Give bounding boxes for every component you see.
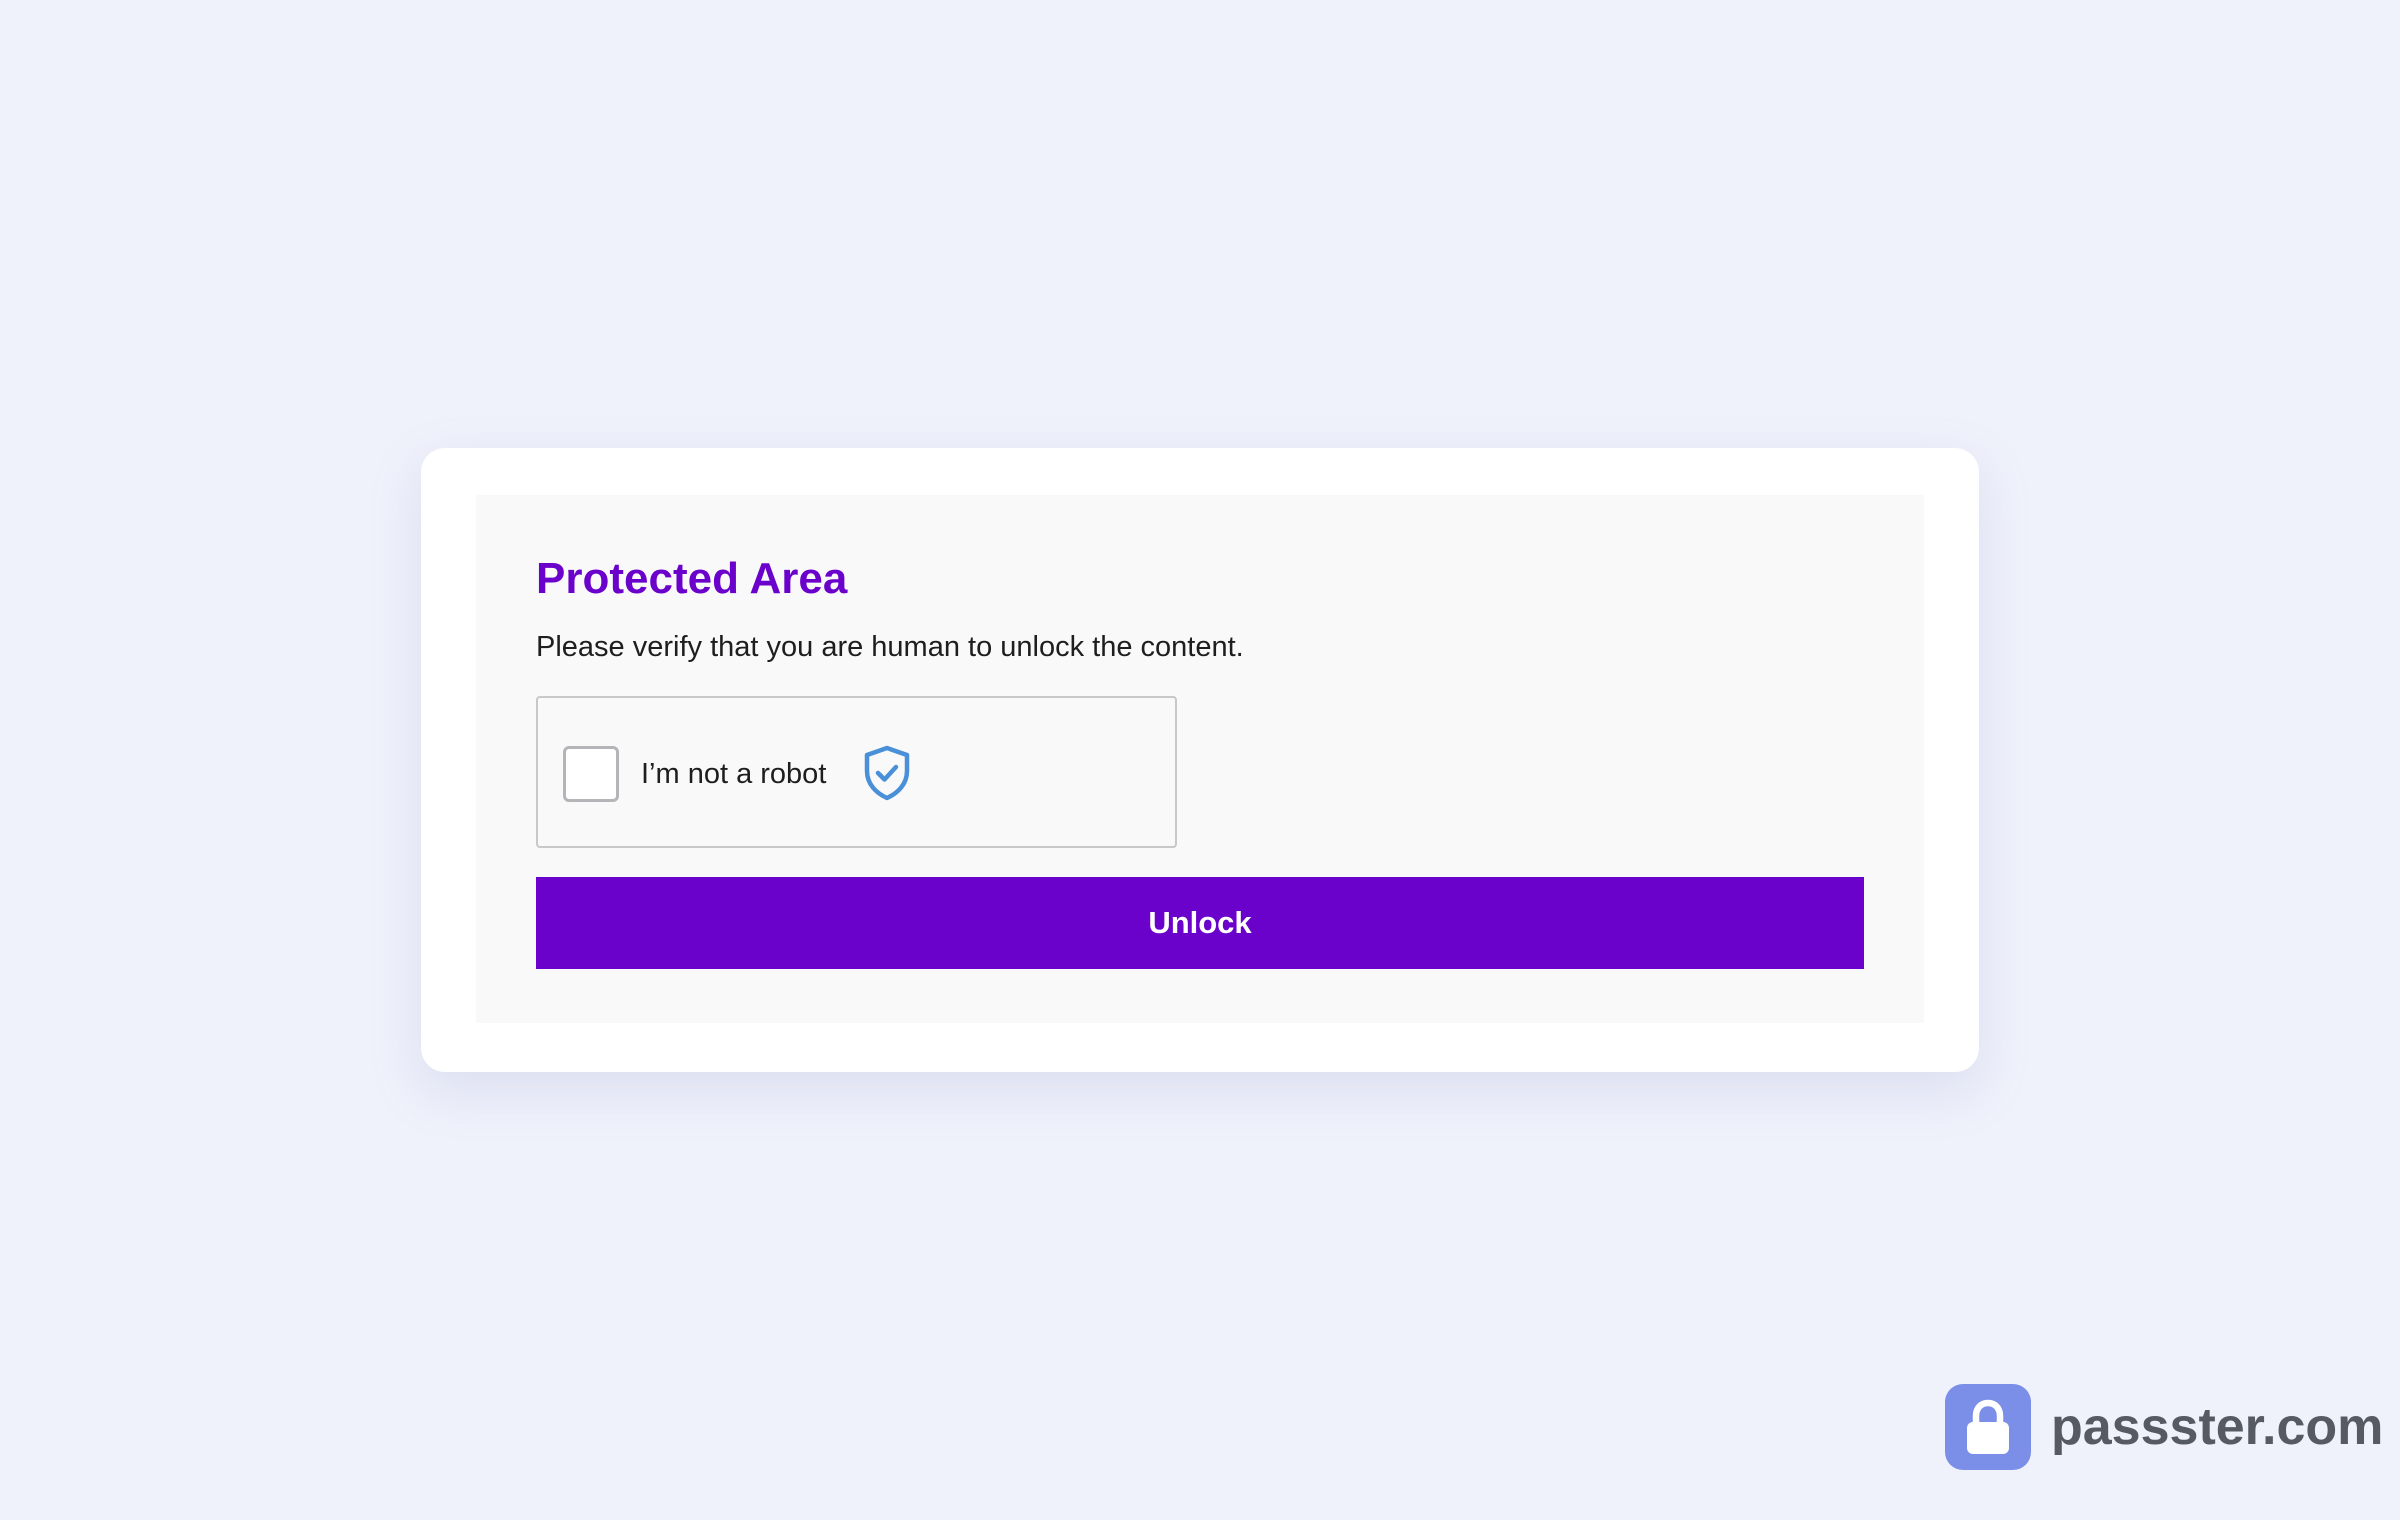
page-title: Protected Area <box>536 554 848 603</box>
shield-check-icon <box>861 744 913 802</box>
brand-name: passster.com <box>2051 1398 2384 1456</box>
brand-watermark: passster.com <box>1945 1384 2383 1470</box>
not-robot-checkbox[interactable] <box>563 746 619 802</box>
protected-area-panel: Protected Area Please verify that you ar… <box>476 495 1924 1023</box>
captcha-label: I’m not a robot <box>641 758 827 790</box>
page-subtitle: Please verify that you are human to unlo… <box>536 631 1244 663</box>
padlock-icon <box>1945 1384 2031 1470</box>
captcha-widget: I’m not a robot <box>536 696 1177 848</box>
unlock-button[interactable]: Unlock <box>536 877 1864 969</box>
protected-area-card: Protected Area Please verify that you ar… <box>421 448 1979 1072</box>
